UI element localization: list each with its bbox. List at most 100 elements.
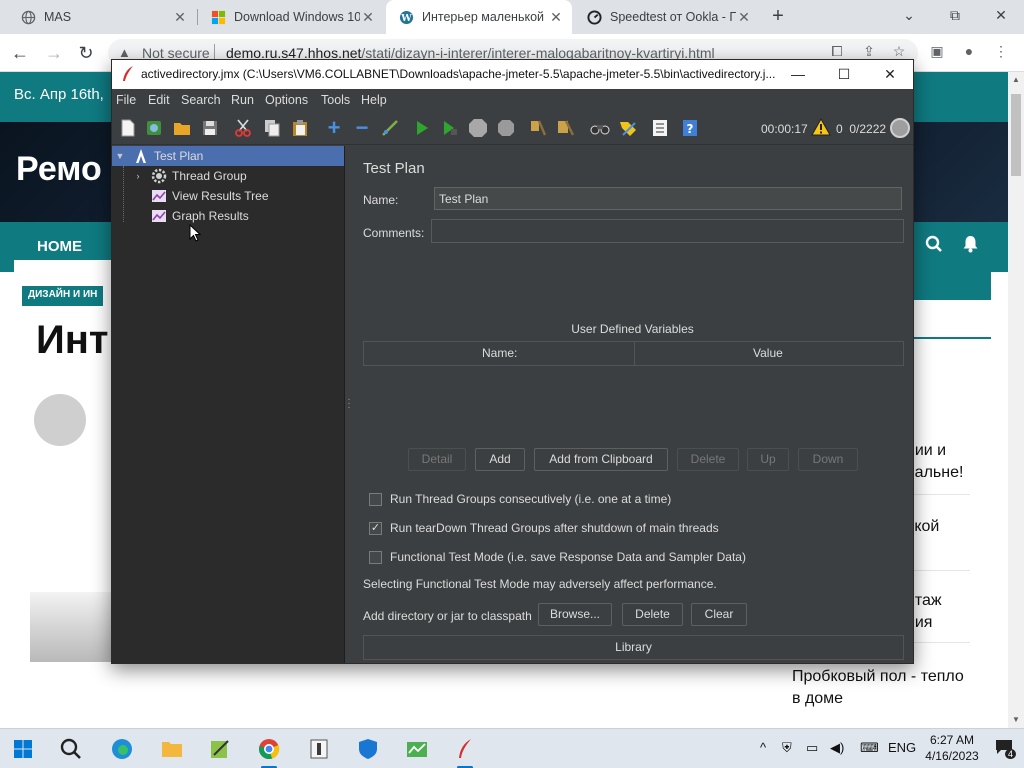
save-icon[interactable] bbox=[200, 118, 220, 138]
clear-broom-icon[interactable] bbox=[528, 118, 548, 138]
kebab-menu-icon[interactable]: ⋮ bbox=[990, 43, 1012, 63]
detail-button[interactable]: Detail bbox=[408, 448, 466, 471]
close-window-icon[interactable]: ✕ bbox=[978, 0, 1024, 32]
site-logo[interactable]: Ремо bbox=[16, 150, 102, 189]
expand-plus-icon[interactable]: + bbox=[324, 115, 344, 140]
toggle-icon[interactable] bbox=[380, 118, 400, 138]
run-consecutively-option[interactable]: Run Thread Groups consecutively (i.e. on… bbox=[369, 492, 671, 506]
close-icon[interactable]: ✕ bbox=[360, 9, 376, 26]
browser-tab-mas[interactable]: MAS ✕ bbox=[8, 0, 196, 34]
function-helper-icon[interactable] bbox=[650, 118, 670, 138]
menu-run[interactable]: Run bbox=[231, 93, 254, 107]
browser-tab-windows[interactable]: Download Windows 10 ✕ bbox=[198, 0, 384, 34]
search-icon[interactable] bbox=[925, 235, 943, 258]
scroll-down-icon[interactable]: ▼ bbox=[1008, 712, 1024, 728]
cut-icon[interactable] bbox=[233, 118, 253, 138]
down-button[interactable]: Down bbox=[798, 448, 858, 471]
notepad-plus-icon[interactable] bbox=[205, 734, 235, 764]
chevron-down-icon[interactable]: ⌄ bbox=[886, 0, 932, 32]
close-icon[interactable]: ✕ bbox=[172, 9, 188, 26]
forward-arrow-icon[interactable]: → bbox=[42, 41, 66, 65]
close-icon[interactable]: ✕ bbox=[736, 9, 752, 26]
tree-item-view-results-tree[interactable]: View Results Tree bbox=[150, 186, 269, 206]
checkbox-unchecked[interactable] bbox=[369, 492, 382, 506]
chevron-right-icon[interactable]: › bbox=[132, 171, 144, 181]
up-button[interactable]: Up bbox=[747, 448, 789, 471]
jmeter-titlebar[interactable]: activedirectory.jmx (C:\Users\VM6.COLLAB… bbox=[112, 60, 913, 89]
teardown-after-shutdown-option[interactable]: ✓ Run tearDown Thread Groups after shutd… bbox=[369, 521, 719, 535]
defender-shield-icon[interactable] bbox=[353, 734, 383, 764]
bell-icon[interactable] bbox=[962, 235, 979, 258]
back-arrow-icon[interactable]: ← bbox=[8, 41, 32, 65]
sidepanel-icon[interactable]: ▣ bbox=[926, 43, 948, 63]
start-play-icon[interactable] bbox=[412, 118, 432, 138]
monitor-app-icon[interactable] bbox=[402, 734, 432, 764]
browse-button[interactable]: Browse... bbox=[538, 603, 612, 626]
sidebar-link[interactable]: нии и пальне! bbox=[906, 440, 963, 484]
chevron-up-icon[interactable]: ^ bbox=[760, 740, 766, 755]
profile-icon[interactable]: ● bbox=[958, 43, 980, 63]
minimize-icon[interactable]: — bbox=[775, 60, 821, 89]
menu-options[interactable]: Options bbox=[265, 93, 308, 107]
new-file-icon[interactable] bbox=[118, 118, 138, 138]
chrome-icon[interactable] bbox=[254, 734, 284, 764]
edge-browser-icon[interactable] bbox=[107, 734, 137, 764]
checkbox-checked[interactable]: ✓ bbox=[369, 521, 382, 535]
reader-app-icon[interactable] bbox=[304, 734, 334, 764]
udv-table[interactable]: Name: Value bbox=[363, 341, 904, 453]
file-explorer-icon[interactable] bbox=[157, 734, 187, 764]
shutdown-icon[interactable] bbox=[496, 118, 516, 138]
start-no-pauses-icon[interactable] bbox=[440, 118, 460, 138]
nav-home-link[interactable]: HOME bbox=[37, 238, 82, 255]
menu-edit[interactable]: Edit bbox=[148, 93, 170, 107]
sidebar-link[interactable]: Пробковый пол - тепло в доме bbox=[792, 666, 964, 710]
library-table-header[interactable]: Library bbox=[363, 635, 904, 660]
search-icon[interactable] bbox=[56, 734, 86, 764]
shield-warning-icon[interactable]: ⛨ bbox=[782, 740, 792, 756]
close-window-icon[interactable]: ✕ bbox=[867, 60, 913, 89]
stop-icon[interactable] bbox=[468, 118, 488, 138]
warning-triangle-icon[interactable]: ▲ bbox=[118, 45, 131, 60]
input-language[interactable]: ENG bbox=[888, 740, 916, 755]
templates-icon[interactable] bbox=[144, 118, 164, 138]
collapse-minus-icon[interactable]: − bbox=[352, 115, 372, 140]
checkbox-unchecked[interactable] bbox=[369, 550, 382, 564]
restore-icon[interactable]: ⧉ bbox=[932, 0, 978, 32]
notifications-icon[interactable]: 4 bbox=[994, 739, 1017, 759]
reload-icon[interactable]: ↻ bbox=[74, 41, 98, 65]
comments-field[interactable] bbox=[431, 219, 904, 243]
network-icon[interactable]: ▭ bbox=[806, 740, 818, 756]
browser-tab-speedtest[interactable]: Speedtest от Ookla - Г ✕ bbox=[574, 0, 760, 34]
menu-help[interactable]: Help bbox=[361, 93, 387, 107]
browser-tab-interior[interactable]: W Интерьер маленькой ✕ bbox=[386, 0, 572, 34]
menu-file[interactable]: File bbox=[116, 93, 136, 107]
tree-item-test-plan[interactable]: ▼ Test Plan bbox=[112, 146, 344, 166]
close-icon[interactable]: ✕ bbox=[548, 9, 564, 26]
binoculars-icon[interactable] bbox=[590, 118, 610, 138]
help-icon[interactable]: ? bbox=[680, 118, 700, 138]
new-tab-button[interactable]: + bbox=[766, 4, 790, 28]
name-input[interactable] bbox=[434, 187, 902, 210]
clear-all-icon[interactable] bbox=[556, 118, 576, 138]
paste-icon[interactable] bbox=[290, 118, 310, 138]
drag-handle-icon[interactable]: · · · bbox=[347, 395, 351, 413]
start-windows-icon[interactable] bbox=[8, 734, 38, 764]
tree-item-graph-results[interactable]: Graph Results bbox=[150, 206, 249, 226]
maximize-icon[interactable]: ☐ bbox=[821, 60, 867, 89]
copy-icon[interactable] bbox=[262, 118, 282, 138]
volume-icon[interactable]: ◀) bbox=[830, 740, 844, 756]
chevron-down-icon[interactable]: ▼ bbox=[114, 151, 126, 161]
keyboard-icon[interactable]: ⌨ bbox=[860, 740, 879, 756]
column-header-value[interactable]: Value bbox=[753, 346, 783, 360]
reset-search-icon[interactable] bbox=[618, 118, 638, 138]
scrollbar-thumb[interactable] bbox=[1011, 94, 1021, 176]
open-folder-icon[interactable] bbox=[172, 118, 192, 138]
classpath-delete-button[interactable]: Delete bbox=[622, 603, 683, 626]
warning-icon[interactable] bbox=[811, 117, 831, 138]
functional-test-mode-option[interactable]: Functional Test Mode (i.e. save Response… bbox=[369, 550, 746, 564]
tree-item-thread-group[interactable]: › Thread Group bbox=[132, 166, 247, 186]
column-header-name[interactable]: Name: bbox=[482, 346, 517, 360]
clear-button[interactable]: Clear bbox=[691, 603, 747, 626]
category-badge[interactable]: ДИЗАЙН И ИН bbox=[22, 286, 104, 306]
delete-button[interactable]: Delete bbox=[677, 448, 739, 471]
